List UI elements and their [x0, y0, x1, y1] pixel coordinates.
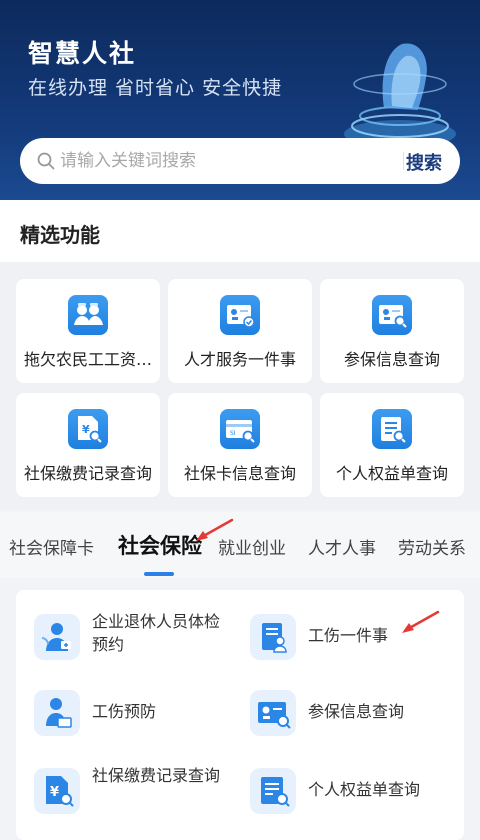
payment-record-search-icon: ¥ [68, 409, 108, 449]
featured-card-label: 个人权益单查询 [335, 464, 448, 483]
document-search-icon [372, 409, 412, 449]
featured-header: 精选功能 [0, 200, 480, 262]
tab-talent-personnel[interactable]: 人才人事 [308, 534, 376, 559]
id-card-check-icon [220, 295, 260, 335]
svg-text:¥: ¥ [82, 423, 90, 436]
annotation-arrow-icon [402, 610, 440, 633]
featured-card-ss-card-info[interactable]: SI 社保卡信息查询 [168, 393, 312, 497]
search-input[interactable] [60, 147, 380, 175]
service-retiree-checkup[interactable]: 企业退休人员体检预约 [16, 608, 226, 664]
document-person-icon [250, 614, 296, 660]
featured-card-label: 参保信息查询 [343, 350, 440, 369]
service-list: 企业退休人员体检预约 工伤一件事 工伤预防 参保信息查询 ¥ 社保缴费记录查询 … [16, 590, 464, 840]
service-label: 工伤预防 [92, 702, 157, 721]
document-search-icon [250, 768, 296, 814]
service-work-injury-prevention[interactable]: 工伤预防 [16, 684, 226, 740]
service-label: 社保缴费记录查询 [92, 766, 221, 785]
category-tabs: 社会保障卡 社会保险 就业创业 人才人事 劳动关系 [0, 512, 480, 578]
svg-text:¥: ¥ [50, 785, 59, 800]
search-bar[interactable]: 搜索 [20, 138, 460, 184]
search-icon [37, 152, 55, 170]
featured-card-label: 社保缴费记录查询 [23, 464, 152, 483]
featured-title: 精选功能 [20, 223, 100, 247]
person-desk-icon [34, 690, 80, 736]
service-label: 企业退休人员体检预约 [92, 612, 221, 654]
app-slogan: 在线办理 省时省心 安全快捷 [28, 77, 283, 99]
workers-icon [68, 295, 108, 335]
retiree-health-icon [34, 614, 80, 660]
tab-social-security-card[interactable]: 社会保障卡 [9, 534, 94, 559]
id-card-search-icon [372, 295, 412, 335]
service-label: 参保信息查询 [308, 702, 405, 721]
id-card-search-icon [250, 690, 296, 736]
active-tab-indicator [144, 572, 174, 576]
service-payment-record[interactable]: ¥ 社保缴费记录查询 [16, 762, 226, 818]
ai-head-illustration-icon [344, 43, 456, 148]
featured-card-label: 人才服务一件事 [183, 350, 296, 369]
annotation-arrow-icon [196, 518, 234, 541]
service-personal-rights[interactable]: 个人权益单查询 [232, 762, 442, 818]
tab-labor-relations[interactable]: 劳动关系 [398, 534, 466, 559]
featured-section: 精选功能 拖欠农民工工资… 人才服务一件事 参保信息查询 ¥ 社保缴费记录查询 … [0, 200, 480, 510]
featured-card-unpaid-wages[interactable]: 拖欠农民工工资… [16, 279, 160, 383]
bank-card-search-icon: SI [220, 409, 260, 449]
featured-card-label: 拖欠农民工工资… [23, 350, 152, 369]
app-title: 智慧人社 [28, 39, 137, 68]
featured-card-personal-rights[interactable]: 个人权益单查询 [320, 393, 464, 497]
featured-card-label: 社保卡信息查询 [183, 464, 296, 483]
service-label: 个人权益单查询 [308, 780, 421, 799]
payment-record-search-icon: ¥ [34, 768, 80, 814]
search-button[interactable]: 搜索 [406, 149, 442, 175]
search-divider [403, 152, 404, 170]
tab-social-insurance[interactable]: 社会保险 [118, 530, 202, 560]
svg-text:SI: SI [230, 430, 236, 437]
featured-card-payment-record[interactable]: ¥ 社保缴费记录查询 [16, 393, 160, 497]
service-insurance-info[interactable]: 参保信息查询 [232, 684, 442, 740]
featured-card-talent-service[interactable]: 人才服务一件事 [168, 279, 312, 383]
featured-card-insurance-info[interactable]: 参保信息查询 [320, 279, 464, 383]
